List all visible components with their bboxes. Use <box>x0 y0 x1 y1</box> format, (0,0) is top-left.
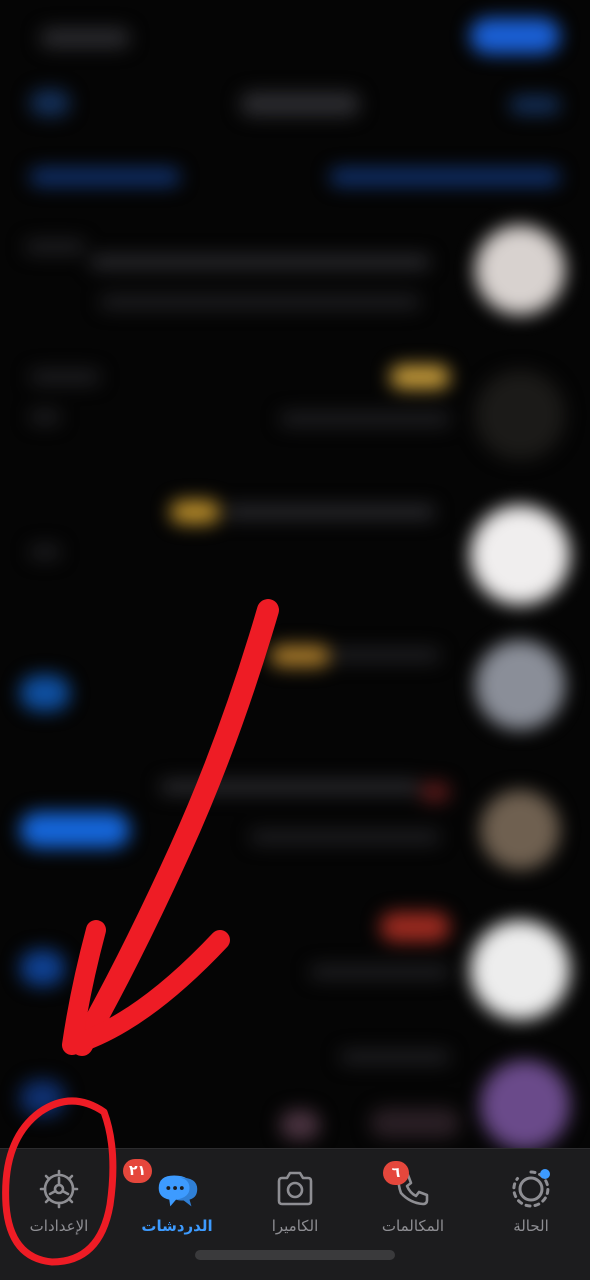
chat-avatar <box>475 225 565 315</box>
chat-emoji-blur <box>270 645 330 667</box>
chat-preview-blur <box>160 780 420 794</box>
chat-emoji-blur <box>170 500 220 524</box>
chat-time-blur <box>30 370 100 384</box>
status-bar-blur <box>40 28 130 48</box>
chat-avatar <box>480 1060 570 1150</box>
chat-avatar <box>475 370 565 460</box>
chat-time-blur <box>30 545 60 559</box>
gear-icon <box>33 1163 85 1215</box>
tab-chats[interactable]: ٢١ الدردشات <box>118 1155 236 1255</box>
unread-pill-blur <box>20 812 130 848</box>
chat-preview-blur <box>225 505 435 519</box>
chat-preview-blur <box>100 295 420 309</box>
calls-badge: ٦ <box>383 1161 409 1185</box>
chat-time-blur <box>25 240 85 254</box>
header-right-blur <box>510 96 560 114</box>
chat-emoji-blur <box>380 912 450 942</box>
chat-avatar <box>480 790 560 870</box>
chat-avatar <box>470 505 570 605</box>
chat-emoji-blur <box>280 1110 320 1140</box>
chat-avatar <box>470 920 570 1020</box>
tab-calls-label: المكالمات <box>381 1217 445 1235</box>
chat-time-blur <box>30 410 60 424</box>
status-icon <box>505 1163 557 1215</box>
chats-badge: ٢١ <box>123 1159 153 1183</box>
tab-camera-label: الكاميرا <box>271 1217 319 1235</box>
unread-pill-blur <box>20 950 65 986</box>
chat-preview-blur <box>310 965 450 979</box>
unread-pill-blur <box>20 1080 65 1116</box>
phone-icon: ٦ <box>383 1161 439 1215</box>
tab-camera[interactable]: الكاميرا <box>236 1155 354 1255</box>
chat-preview-blur <box>90 255 430 269</box>
tab-bar: الحالة ٦ المكالمات الكاميرا ٢١ الدردشات … <box>0 1148 590 1280</box>
tab-status-label: الحالة <box>513 1217 549 1235</box>
chat-preview-blur <box>340 1050 450 1064</box>
tab-settings[interactable]: الإعدادات <box>0 1155 118 1255</box>
header-title-blur <box>240 92 360 116</box>
tab-calls[interactable]: ٦ المكالمات <box>354 1155 472 1255</box>
tab-status[interactable]: الحالة <box>472 1155 590 1255</box>
camera-icon <box>269 1163 321 1215</box>
blurred-chat-list <box>0 0 590 1150</box>
chat-emoji-blur <box>390 365 450 389</box>
app-screen: الحالة ٦ المكالمات الكاميرا ٢١ الدردشات … <box>0 0 590 1280</box>
chats-icon: ٢١ <box>123 1159 203 1215</box>
chat-emoji-blur <box>420 782 450 802</box>
chat-emoji-blur <box>370 1108 460 1138</box>
filter-left-blur <box>30 168 180 186</box>
header-left-blur <box>30 90 70 116</box>
chat-preview-blur <box>330 648 440 662</box>
chat-preview-blur <box>250 830 440 844</box>
filter-right-blur <box>330 168 560 186</box>
tab-settings-label: الإعدادات <box>29 1217 89 1235</box>
chat-avatar <box>475 640 565 730</box>
chat-preview-blur <box>280 412 450 426</box>
home-indicator <box>195 1250 395 1260</box>
header-button-blur <box>470 18 560 54</box>
unread-pill-blur <box>20 675 70 711</box>
tab-chats-label: الدردشات <box>141 1217 213 1235</box>
